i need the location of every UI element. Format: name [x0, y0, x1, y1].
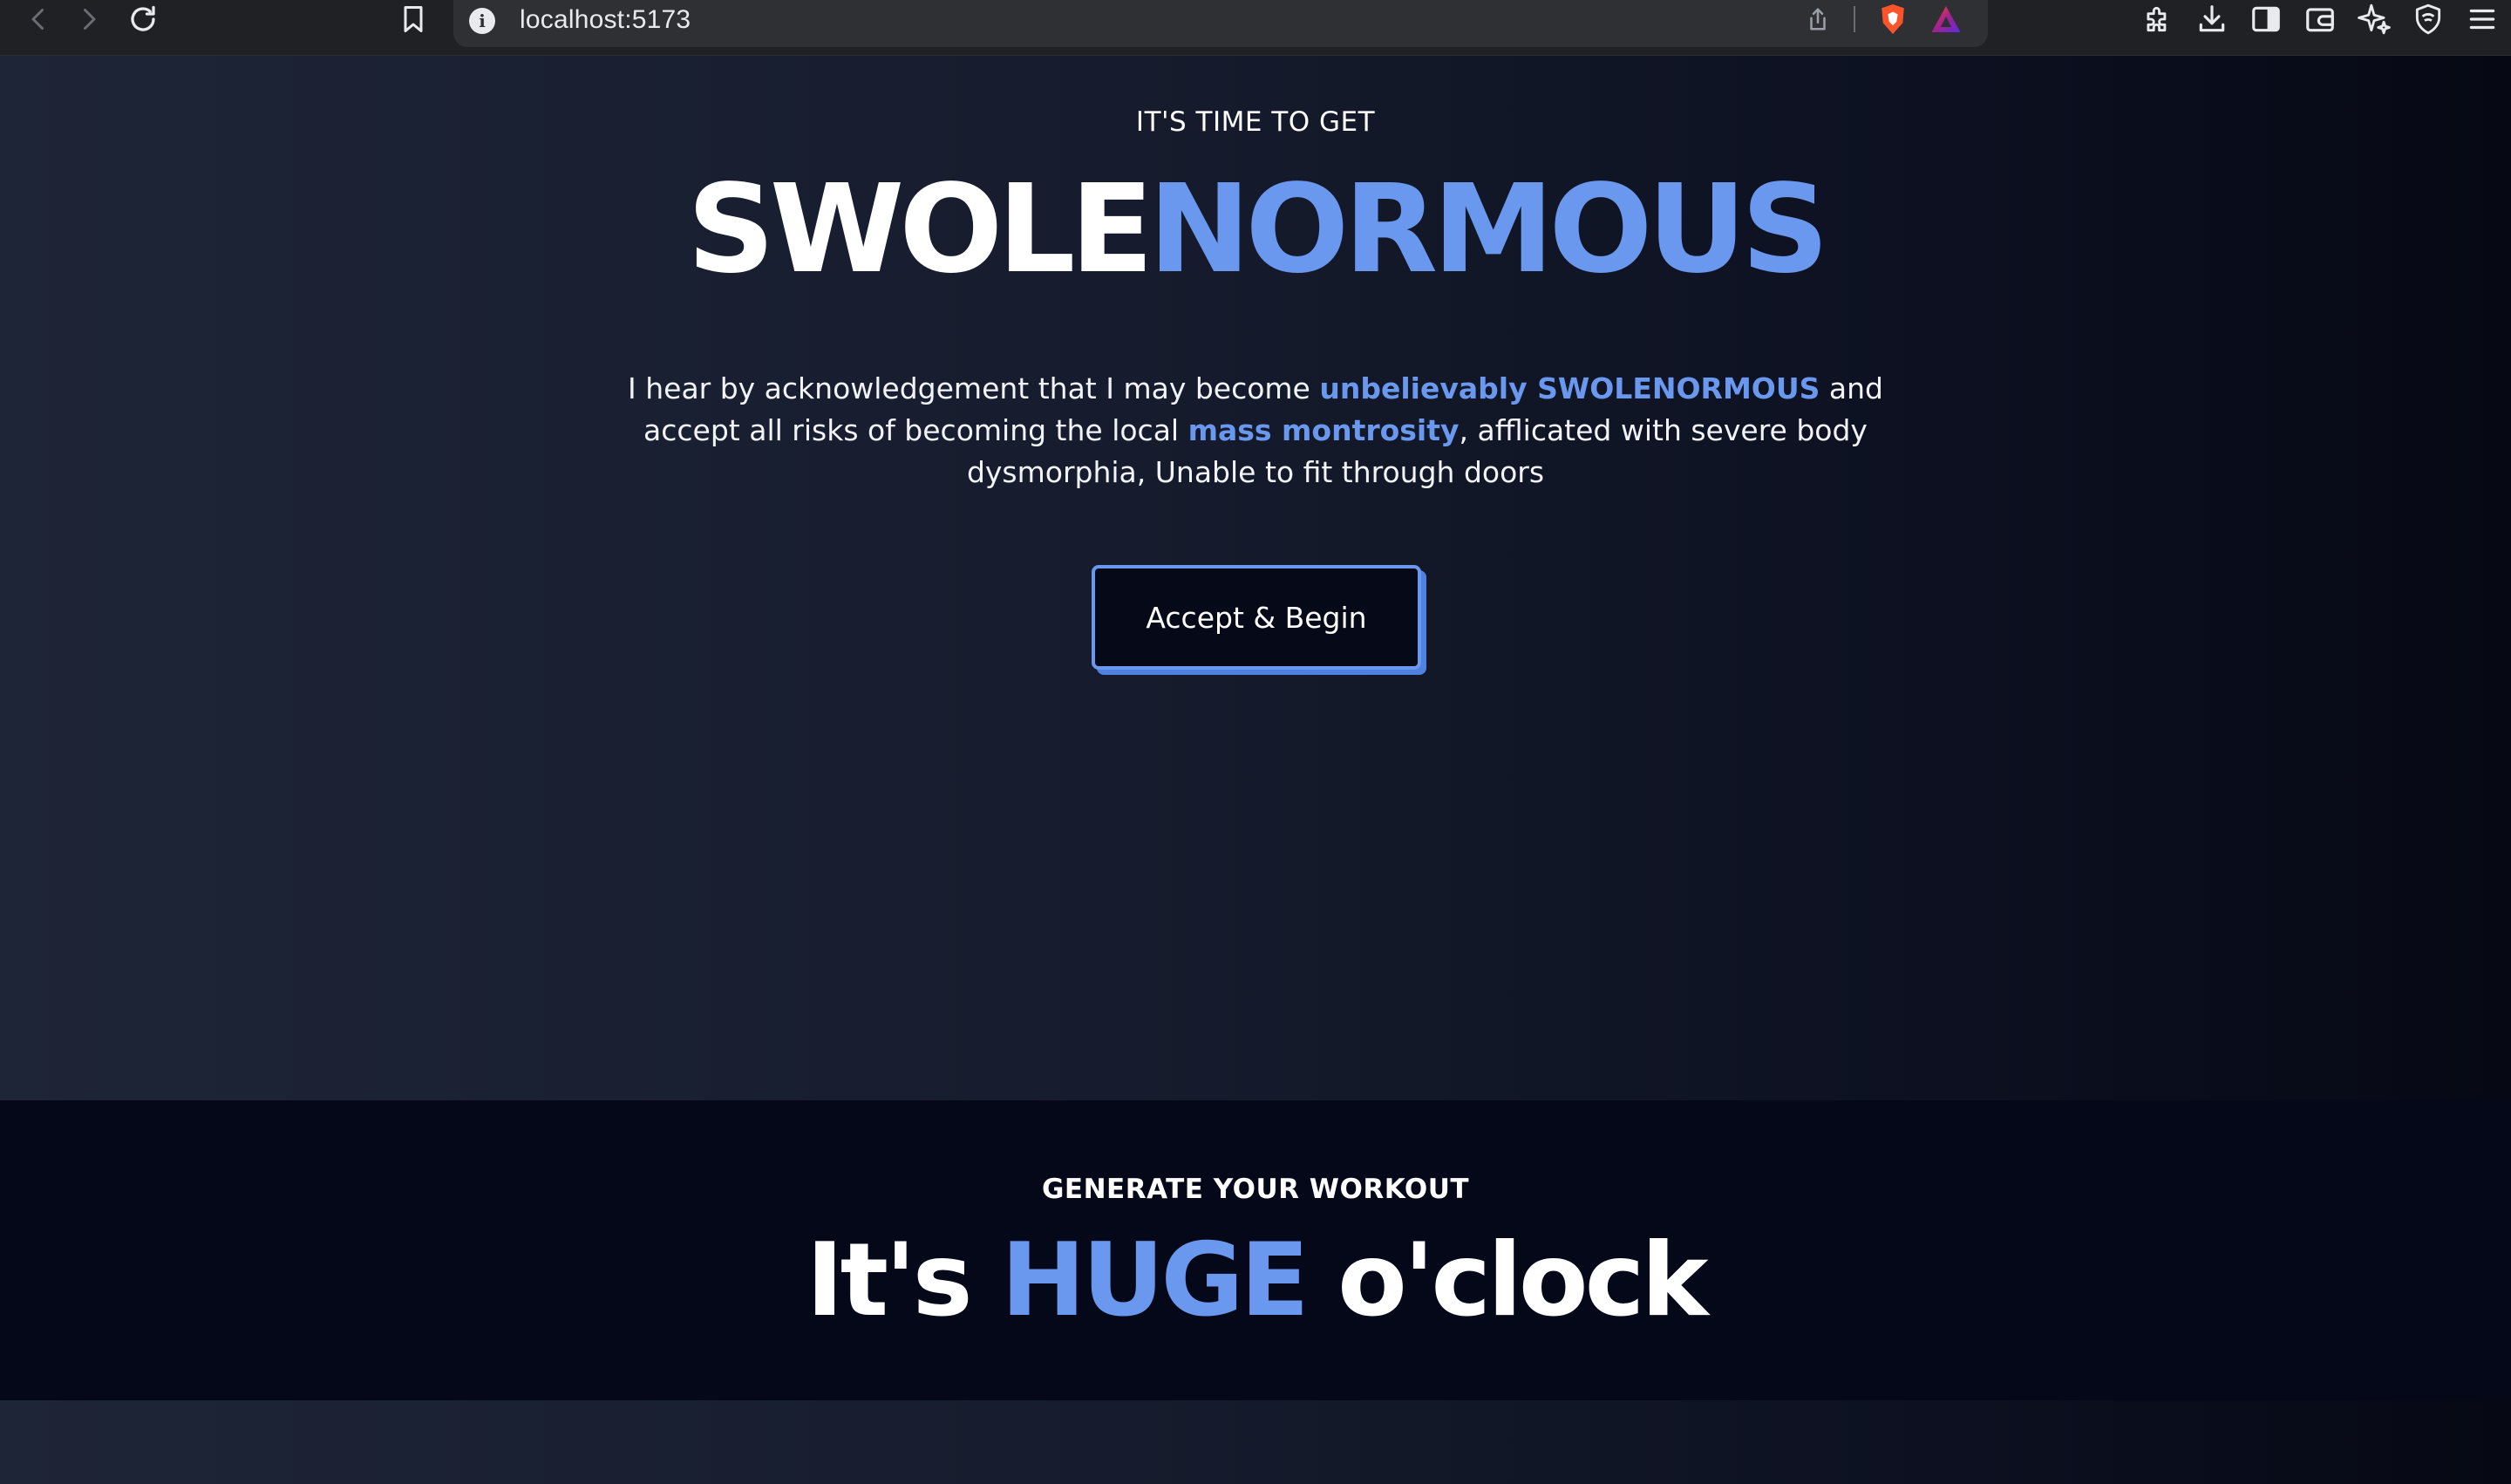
hero-section: IT'S TIME TO GET SWOLENORMOUS I hear by …	[0, 56, 2511, 1100]
workout-title-part1: It's	[806, 1222, 1002, 1339]
hero-title-part2: NORMOUS	[1148, 159, 1829, 301]
sidebar-icon[interactable]	[2249, 3, 2283, 36]
highlight-swolenormous: unbelievably SWOLENORMOUS	[1319, 371, 1820, 405]
hero-title: SWOLENORMOUS	[0, 169, 2511, 291]
leo-ai-icon[interactable]	[2358, 3, 2391, 36]
workout-title: It's HUGE o'clock	[0, 1222, 2511, 1338]
hero-text-1: I hear by acknowledgement that I may bec…	[628, 371, 1320, 405]
reload-icon[interactable]	[124, 0, 162, 38]
menu-icon[interactable]	[2466, 3, 2499, 36]
bookmark-icon[interactable]	[394, 0, 432, 38]
workout-eyebrow: GENERATE YOUR WORKOUT	[1041, 1174, 1470, 1205]
forward-icon[interactable]	[70, 0, 108, 38]
info-icon[interactable]: i	[469, 8, 495, 34]
browser-toolbar: i localhost:5173	[0, 0, 2511, 56]
address-bar[interactable]: i localhost:5173	[453, 0, 1988, 47]
url-text[interactable]: localhost:5173	[520, 5, 691, 35]
vpn-shield-icon[interactable]	[2412, 3, 2445, 36]
hero-description: I hear by acknowledgement that I may bec…	[575, 368, 1936, 494]
next-section	[0, 1400, 2511, 1484]
back-icon[interactable]	[19, 0, 58, 38]
hero-title-part1: SWOLE	[687, 159, 1153, 301]
hero-eyebrow: IT'S TIME TO GET	[1135, 106, 1376, 138]
extensions-icon[interactable]	[2141, 3, 2174, 36]
accept-begin-button[interactable]: Accept & Begin	[1092, 565, 1421, 670]
wallet-icon[interactable]	[2303, 3, 2337, 36]
divider	[1854, 6, 1855, 32]
download-icon[interactable]	[2195, 3, 2229, 36]
workout-title-part3: o'clock	[1305, 1222, 1708, 1339]
highlight-mass-montrosity: mass montrosity	[1187, 413, 1460, 447]
workout-title-part2: HUGE	[1001, 1222, 1310, 1339]
brave-shields-icon[interactable]	[1878, 3, 1908, 36]
brave-rewards-icon[interactable]	[1930, 4, 1962, 34]
workout-section: GENERATE YOUR WORKOUT It's HUGE o'clock	[0, 1100, 2511, 1400]
share-icon[interactable]	[1805, 4, 1831, 34]
